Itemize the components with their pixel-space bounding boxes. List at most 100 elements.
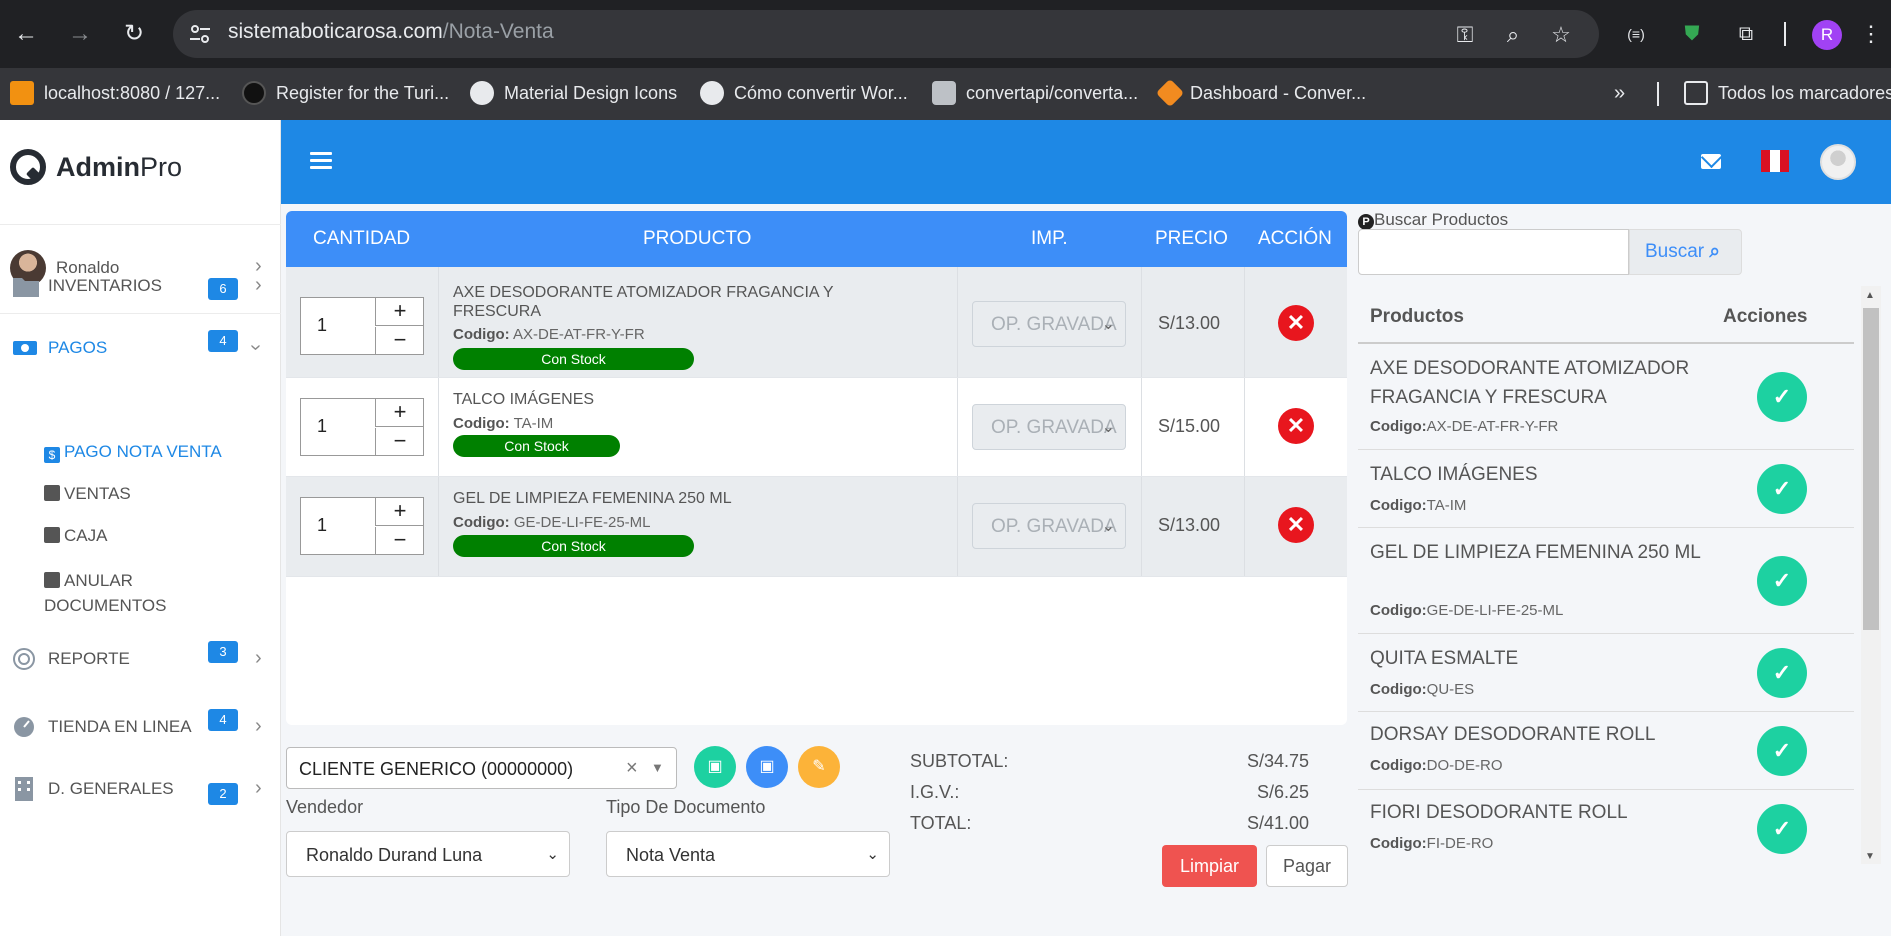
tax-select[interactable]: OP. GRAVADA ⌄ <box>972 301 1126 347</box>
clear-button[interactable]: Limpiar <box>1162 845 1257 887</box>
avatar[interactable] <box>1820 144 1856 180</box>
sidebar-sub-pago-nota-venta[interactable]: $ PAGO NOTA VENTA <box>44 442 222 463</box>
product-name: GEL DE LIMPIEZA FEMENINA 250 ML <box>1370 542 1701 563</box>
sidebar-item-pagos[interactable]: PAGOS 4 › <box>0 324 281 374</box>
pay-button[interactable]: Pagar <box>1266 845 1348 887</box>
reload-icon[interactable]: ↻ <box>116 16 152 52</box>
quantity-stepper[interactable]: 1 + − <box>300 497 424 555</box>
sidebar-sub-anular-documentos[interactable]: ANULAR DOCUMENTOS <box>44 568 166 618</box>
new-client-button[interactable]: ▣ <box>694 746 736 788</box>
all-bookmarks[interactable]: Todos los marcadores <box>1684 78 1891 108</box>
product-list-scrollbar[interactable]: ▲ ▼ <box>1861 286 1881 864</box>
decrement-button[interactable]: − <box>375 428 424 456</box>
extensions-puzzle-icon[interactable]: ⧉ <box>1730 18 1762 50</box>
chevron-down-icon[interactable]: ▼ <box>651 760 664 775</box>
increment-button[interactable]: + <box>375 298 424 326</box>
increment-button[interactable]: + <box>375 399 424 427</box>
scroll-up-icon[interactable]: ▲ <box>1865 290 1875 301</box>
add-product-button[interactable]: ✓ <box>1757 804 1807 854</box>
search-client-button[interactable]: ▣ <box>746 746 788 788</box>
back-icon[interactable]: ← <box>8 16 44 52</box>
count-badge: 4 <box>208 330 238 352</box>
more-bookmarks-icon[interactable]: » <box>1614 78 1625 108</box>
check-icon: ✓ <box>1772 660 1792 685</box>
product-code: Codigo:QU-ES <box>1370 681 1475 698</box>
delete-item-button[interactable]: ✕ <box>1278 507 1314 543</box>
tipo-documento-select[interactable]: Nota Venta ⌄ <box>606 831 890 877</box>
product-code: Codigo: AX-DE-AT-FR-Y-FR <box>453 326 645 343</box>
sidebar-sub-ventas[interactable]: VENTAS <box>44 484 131 504</box>
bookmark-dashboard[interactable]: Dashboard - Conver... <box>1155 78 1366 108</box>
count-badge: 3 <box>208 641 238 663</box>
peru-flag-icon[interactable] <box>1761 150 1789 172</box>
clear-client-icon[interactable]: × <box>626 757 638 780</box>
bookmark-como-convertir[interactable]: Cómo convertir Wor... <box>700 78 908 108</box>
scrollbar-thumb[interactable] <box>1863 308 1879 630</box>
add-product-button[interactable]: ✓ <box>1757 726 1807 776</box>
count-badge: 4 <box>208 709 238 731</box>
product-name: QUITA ESMALTE <box>1370 648 1519 669</box>
delete-item-button[interactable]: ✕ <box>1278 408 1314 444</box>
price: S/13.00 <box>1158 313 1221 333</box>
chevron-down-icon: ⌄ <box>1101 316 1115 333</box>
brand-logo[interactable]: AdminPro <box>10 147 182 187</box>
extension-icon[interactable]: (≡) <box>1620 18 1652 50</box>
tax-select[interactable]: OP. GRAVADA ⌄ <box>972 404 1126 450</box>
bookmark-github[interactable]: Register for the Turi... <box>242 78 449 108</box>
igv-value: S/6.25 <box>1256 782 1309 802</box>
quantity-value[interactable]: 1 <box>317 416 327 437</box>
password-key-icon[interactable]: ⚿ <box>1450 20 1480 50</box>
list-item: QUITA ESMALTE Codigo:QU-ES ✓ <box>1358 634 1854 712</box>
search-input[interactable] <box>1358 229 1629 275</box>
add-product-button[interactable]: ✓ <box>1757 464 1807 514</box>
search-button[interactable]: Buscar ⌕ <box>1629 229 1742 275</box>
sidebar-item-reporte[interactable]: REPORTE 3 › <box>0 635 281 685</box>
scroll-down-icon[interactable]: ▼ <box>1865 851 1875 862</box>
product-name: AXE DESODORANTE ATOMIZADOR FRAGANCIA Y F… <box>1370 358 1690 408</box>
header-producto: PRODUCTO <box>643 228 752 249</box>
increment-button[interactable]: + <box>375 498 424 526</box>
product-name: TALCO IMÁGENES <box>1370 464 1538 485</box>
quantity-value[interactable]: 1 <box>317 315 327 336</box>
bookmark-phpmyadmin[interactable]: localhost:8080 / 127... <box>10 78 220 108</box>
chevron-down-icon: ⌄ <box>1101 419 1115 436</box>
bookmark-material-icons[interactable]: Material Design Icons <box>470 78 677 108</box>
decrement-button[interactable]: − <box>375 327 424 355</box>
list-item: DORSAY DESODORANTE ROLL Codigo:DO-DE-RO … <box>1358 712 1854 790</box>
add-product-button[interactable]: ✓ <box>1757 556 1807 606</box>
check-icon: ✓ <box>1772 476 1792 501</box>
price: S/13.00 <box>1158 515 1221 535</box>
hamburger-menu-icon[interactable] <box>310 152 332 170</box>
zoom-icon[interactable]: ⌕ <box>1498 20 1528 50</box>
bookmark-star-icon[interactable]: ☆ <box>1546 20 1576 50</box>
add-product-button[interactable]: ✓ <box>1757 648 1807 698</box>
browser-chrome: ← → ↻ sistemaboticarosa.com/Nota-Venta ⚿… <box>0 0 1891 120</box>
sidebar-item-inventarios[interactable]: INVENTARIOS 6 › <box>0 262 281 312</box>
tax-select[interactable]: OP. GRAVADA ⌄ <box>972 503 1126 549</box>
product-code: Codigo:GE-DE-LI-FE-25-ML <box>1370 602 1564 619</box>
client-select[interactable]: CLIENTE GENERICO (00000000) × ▼ <box>286 747 677 789</box>
url-text[interactable]: sistemaboticarosa.com/Nota-Venta <box>228 20 554 44</box>
quantity-stepper[interactable]: 1 + − <box>300 398 424 456</box>
site-info-icon[interactable] <box>186 20 214 48</box>
chevron-right-icon: › <box>255 274 262 296</box>
quantity-value[interactable]: 1 <box>317 515 327 536</box>
add-product-button[interactable]: ✓ <box>1757 372 1807 422</box>
sidebar-sub-caja[interactable]: CAJA <box>44 526 107 546</box>
vendedor-select[interactable]: Ronaldo Durand Luna ⌄ <box>286 831 570 877</box>
shield-extension-icon[interactable]: ⛊ <box>1676 18 1708 50</box>
profile-avatar[interactable]: R <box>1812 20 1842 50</box>
delete-item-button[interactable]: ✕ <box>1278 305 1314 341</box>
decrement-button[interactable]: − <box>375 527 424 555</box>
quantity-stepper[interactable]: 1 + − <box>300 297 424 355</box>
menu-kebab-icon[interactable]: ⋮ <box>1855 18 1887 50</box>
mail-icon[interactable] <box>1701 154 1721 169</box>
sidebar-item-tienda-en-linea[interactable]: TIENDA EN LINEA 4 › <box>0 703 281 753</box>
bookmark-convertapi[interactable]: convertapi/converta... <box>932 78 1138 108</box>
product-name: DORSAY DESODORANTE ROLL <box>1370 724 1656 745</box>
edit-client-button[interactable]: ✎ <box>798 746 840 788</box>
forward-icon[interactable]: → <box>62 16 98 52</box>
sidebar-item-d-generales[interactable]: D. GENERALES 2 › <box>0 765 281 815</box>
sidebar-item-label: PAGOS <box>48 338 108 357</box>
sidebar: AdminPro Ronaldo › INVENTARIOS 6 › PAGOS… <box>0 120 281 936</box>
